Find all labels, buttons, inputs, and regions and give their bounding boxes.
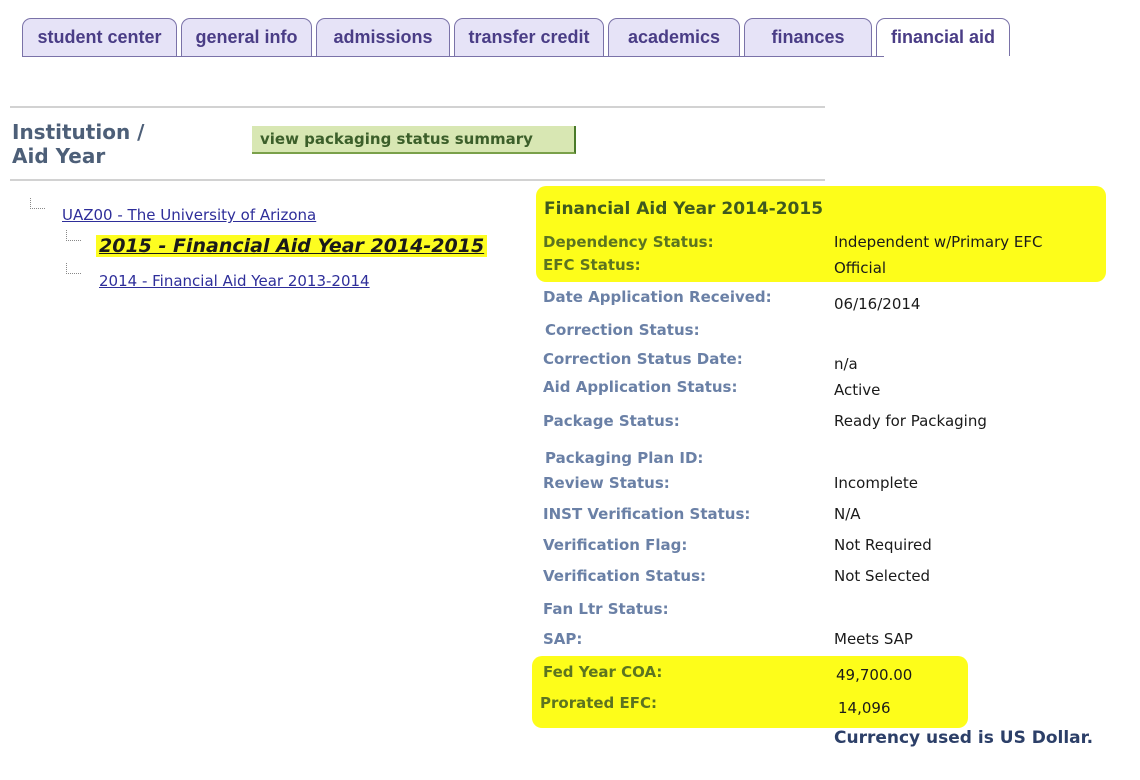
tree-institution-link[interactable]: UAZ00 - The University of Arizona [62,206,316,224]
review-status-label: Review Status: [543,474,670,492]
date-application-received-value: 06/16/2014 [834,295,921,313]
tree-connector-icon [66,230,81,241]
tab-baseline [22,56,884,57]
tree-connector-icon [66,263,81,274]
tab-transfer-credit[interactable]: transfer credit [454,18,604,56]
tab-finances[interactable]: finances [744,18,872,56]
sap-label: SAP: [543,630,583,648]
dependency-status-label: Dependency Status: [543,233,714,251]
tree-connector-icon [30,198,45,209]
correction-status-date-label: Correction Status Date: [543,350,743,368]
dependency-status-value: Independent w/Primary EFC [834,233,1043,251]
fan-ltr-status-label: Fan Ltr Status: [543,600,669,618]
view-packaging-status-summary-button[interactable]: view packaging status summary [252,126,576,154]
correction-status-date-value: n/a [834,355,858,373]
tab-financial-aid[interactable]: financial aid [876,18,1010,56]
prorated-efc-label: Prorated EFC: [540,694,658,712]
verification-flag-value: Not Required [834,536,932,554]
section-title-line1: Institution / [12,120,145,144]
package-status-label: Package Status: [543,412,680,430]
inst-verification-status-label: INST Verification Status: [543,505,751,523]
correction-status-label: Correction Status: [545,321,700,339]
aid-year-title: Financial Aid Year 2014-2015 [544,199,824,219]
tab-general-info[interactable]: general info [181,18,312,56]
verification-flag-label: Verification Flag: [543,536,688,554]
section-title-line2: Aid Year [12,144,106,168]
inst-verification-status-value: N/A [834,505,861,523]
aid-application-status-label: Aid Application Status: [543,378,738,396]
fed-year-coa-label: Fed Year COA: [543,663,663,681]
tab-bar: student center general info admissions t… [22,18,1010,56]
tab-admissions[interactable]: admissions [316,18,450,56]
divider-top [10,106,825,108]
tab-student-center[interactable]: student center [22,18,177,56]
packaging-plan-id-label: Packaging Plan ID: [545,449,704,467]
package-status-value: Ready for Packaging [834,412,987,430]
tab-academics[interactable]: academics [608,18,740,56]
divider-bottom [10,179,825,181]
tree-aid-year-2015-link[interactable]: 2015 - Financial Aid Year 2014-2015 [96,235,488,257]
date-application-received-label: Date Application Received: [543,288,772,306]
currency-note: Currency used is US Dollar. [834,728,1094,748]
efc-status-value: Official [834,259,887,277]
prorated-efc-value: 14,096 [838,699,891,717]
section-title: Institution / Aid Year [12,120,144,168]
tree-aid-year-2014-link[interactable]: 2014 - Financial Aid Year 2013-2014 [99,272,370,290]
sap-value: Meets SAP [834,630,913,648]
fed-year-coa-value: 49,700.00 [836,666,913,684]
aid-application-status-value: Active [834,381,881,399]
review-status-value: Incomplete [834,474,918,492]
efc-status-label: EFC Status: [543,256,641,274]
verification-status-value: Not Selected [834,567,931,585]
verification-status-label: Verification Status: [543,567,707,585]
